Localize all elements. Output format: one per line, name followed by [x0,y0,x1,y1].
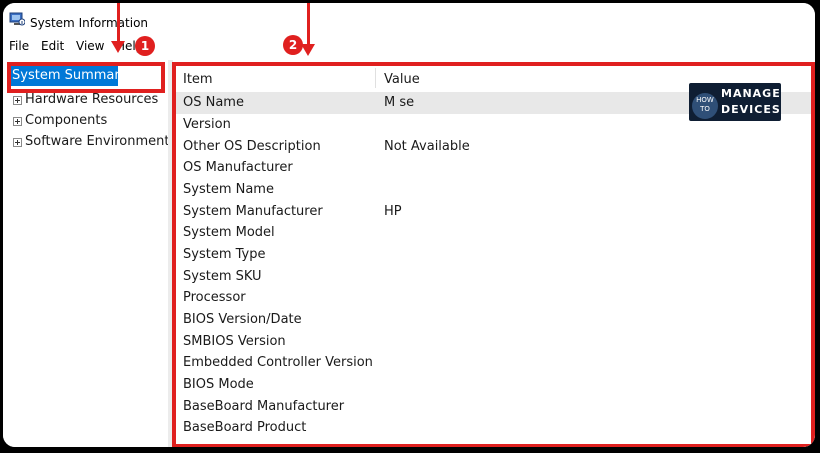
row-item: System SKU [183,269,262,284]
row-item: Other OS Description [183,139,321,154]
tree-item-software-environment[interactable]: Software Environment [25,134,169,149]
logo-manage-text: MANAGE [721,87,781,100]
annotation-badge-1: 1 [135,36,155,56]
table-row[interactable]: Embedded Controller Version [175,352,815,374]
summary-list: Item Value OS Name M se Version Other OS… [175,66,815,447]
table-row[interactable]: System Type [175,244,815,266]
table-row[interactable]: System Model [175,222,815,244]
table-row[interactable]: System SKU [175,266,815,288]
row-value: Not Available [384,139,470,154]
row-item: Processor [183,290,246,305]
row-item: BaseBoard Manufacturer [183,399,345,414]
row-item: Embedded Controller Version [183,355,373,370]
table-row[interactable]: BIOS Version/Date [175,309,815,331]
logo-how-to-badge: HOW TO [692,93,718,119]
panel-splitter[interactable] [168,60,173,447]
category-tree: System Summary Hardware Resources Compon… [3,60,169,447]
expand-icon[interactable] [13,96,22,105]
row-value: M se [384,95,415,110]
logo-devices-text: DEVICES [721,103,781,116]
table-row[interactable]: SMBIOS Version [175,331,815,353]
column-header-value[interactable]: Value [384,72,420,87]
table-row[interactable]: Other OS Description Not Available [175,136,815,158]
annotation-arrow-2-shaft [307,3,310,44]
title-bar: System Information [3,3,815,33]
table-row[interactable]: BaseBoard Manufacturer [175,396,815,418]
row-item: SMBIOS Version [183,334,286,349]
row-item: OS Manufacturer [183,160,293,175]
table-row[interactable]: BIOS Mode [175,374,815,396]
row-item: OS Name [183,95,244,110]
row-item: BIOS Mode [183,377,254,392]
row-item: System Name [183,182,274,197]
table-row[interactable]: BaseBoard Product [175,417,815,439]
table-row[interactable]: Processor [175,287,815,309]
tree-item-components[interactable]: Components [25,113,107,128]
window-title: System Information [30,16,149,30]
system-information-window: System Information File Edit View Help S… [3,3,815,447]
table-row[interactable]: OS Manufacturer [175,157,815,179]
how-to-manage-devices-logo: HOW TO MANAGE DEVICES [689,83,781,121]
expand-icon[interactable] [13,117,22,126]
annotation-arrow-1-shaft [117,3,120,41]
annotation-arrow-2-head [301,44,315,56]
menu-view[interactable]: View [76,39,104,53]
row-item: System Manufacturer [183,204,323,219]
row-item: BIOS Version/Date [183,312,302,327]
table-row[interactable]: System Name [175,179,815,201]
tree-item-system-summary[interactable]: System Summary [9,66,127,86]
table-row[interactable]: System Manufacturer HP [175,201,815,223]
tree-item-hardware-resources[interactable]: Hardware Resources [25,92,158,107]
menu-file[interactable]: File [9,39,29,53]
column-header-item[interactable]: Item [183,72,213,87]
row-item: BaseBoard Product [183,420,307,435]
annotation-badge-2: 2 [283,35,303,55]
annotation-arrow-1-head [111,41,125,53]
menu-edit[interactable]: Edit [41,39,64,53]
column-divider[interactable] [375,68,376,88]
row-item: System Model [183,225,275,240]
expand-icon[interactable] [13,138,22,147]
row-item: System Type [183,247,266,262]
row-value: HP [384,204,402,219]
row-item: Version [183,117,231,132]
system-info-icon [9,12,25,26]
